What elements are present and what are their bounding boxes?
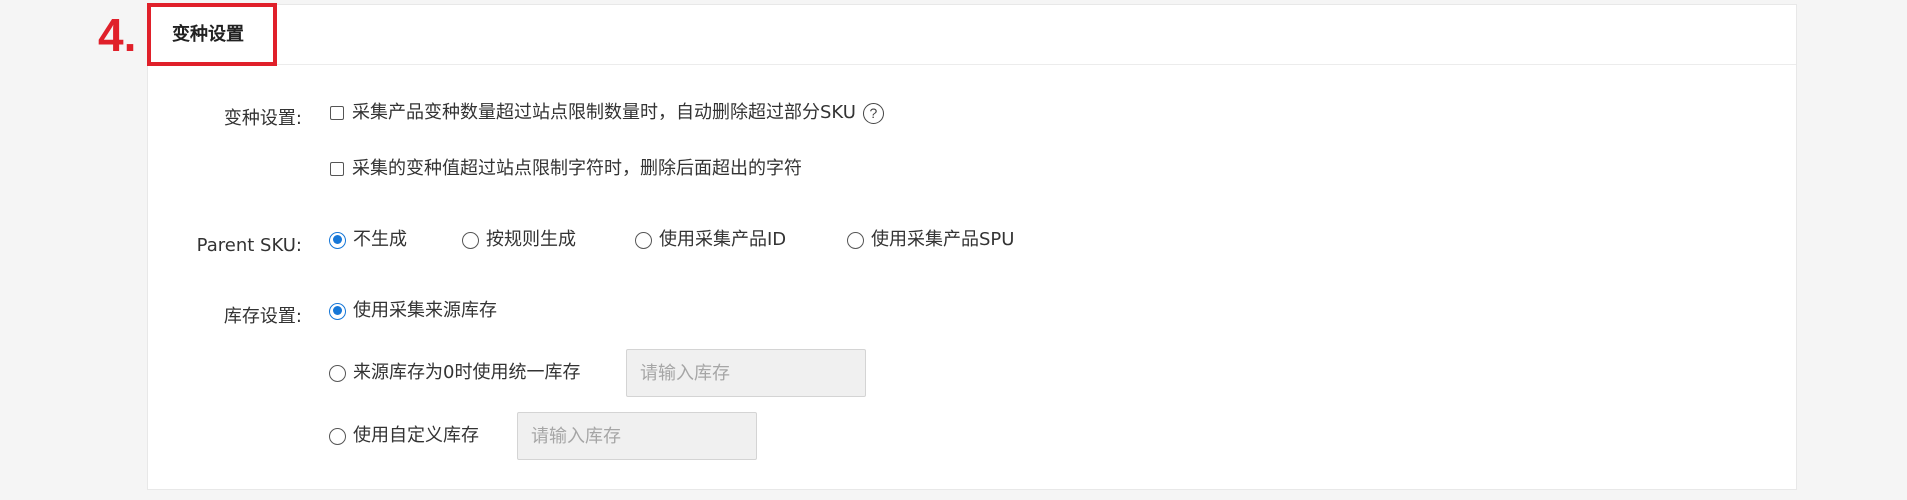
variant-settings-label: 变种设置: — [223, 108, 302, 129]
parent-sku-option-product-id[interactable]: 使用采集产品ID — [635, 228, 786, 252]
parent-sku-option-none[interactable]: 不生成 — [329, 228, 407, 252]
stock-option-custom-label: 使用自定义库存 — [353, 425, 479, 446]
custom-stock-input[interactable] — [517, 412, 757, 460]
stock-option-source-label: 使用采集来源库存 — [353, 300, 497, 321]
auto-delete-extra-sku-label: 采集产品变种数量超过站点限制数量时，自动删除超过部分SKU — [352, 102, 856, 123]
unified-stock-input[interactable] — [626, 349, 866, 397]
auto-delete-extra-sku-option[interactable]: 采集产品变种数量超过站点限制数量时，自动删除超过部分SKU ? — [330, 101, 884, 125]
parent-sku-option-product-spu[interactable]: 使用采集产品SPU — [847, 228, 1014, 252]
parent-sku-option-rule[interactable]: 按规则生成 — [462, 228, 576, 252]
parent-sku-option-none-label: 不生成 — [353, 229, 407, 250]
parent-sku-radio-product-spu[interactable] — [847, 231, 864, 249]
stock-radio-unified-when-zero[interactable] — [329, 364, 346, 382]
truncate-variant-value-option[interactable]: 采集的变种值超过站点限制字符时，删除后面超出的字符 — [330, 157, 802, 181]
title-highlight-box — [147, 3, 277, 66]
stock-option-source[interactable]: 使用采集来源库存 — [329, 299, 497, 323]
stock-option-custom[interactable]: 使用自定义库存 — [329, 424, 479, 448]
parent-sku-option-product-spu-label: 使用采集产品SPU — [871, 229, 1015, 250]
truncate-variant-value-label: 采集的变种值超过站点限制字符时，删除后面超出的字符 — [352, 158, 802, 179]
question-circle-icon[interactable]: ? — [862, 102, 884, 124]
parent-sku-radio-none[interactable] — [329, 231, 346, 249]
stock-settings-label: 库存设置: — [223, 306, 302, 327]
step-number-annotation: 4. — [98, 9, 137, 61]
truncate-variant-value-checkbox[interactable] — [330, 162, 344, 176]
stock-option-unified-when-zero-label: 来源库存为0时使用统一库存 — [353, 362, 581, 383]
parent-sku-option-rule-label: 按规则生成 — [486, 229, 576, 250]
auto-delete-extra-sku-checkbox[interactable] — [330, 106, 344, 120]
parent-sku-label: Parent SKU: — [196, 235, 302, 256]
stock-radio-source[interactable] — [329, 302, 346, 320]
parent-sku-option-product-id-label: 使用采集产品ID — [659, 229, 787, 250]
parent-sku-radio-rule[interactable] — [462, 231, 479, 249]
stock-radio-custom[interactable] — [329, 427, 346, 445]
panel-header: 变种设置 — [148, 5, 1796, 65]
parent-sku-radio-product-id[interactable] — [635, 231, 652, 249]
stock-option-unified-when-zero[interactable]: 来源库存为0时使用统一库存 — [329, 361, 580, 385]
